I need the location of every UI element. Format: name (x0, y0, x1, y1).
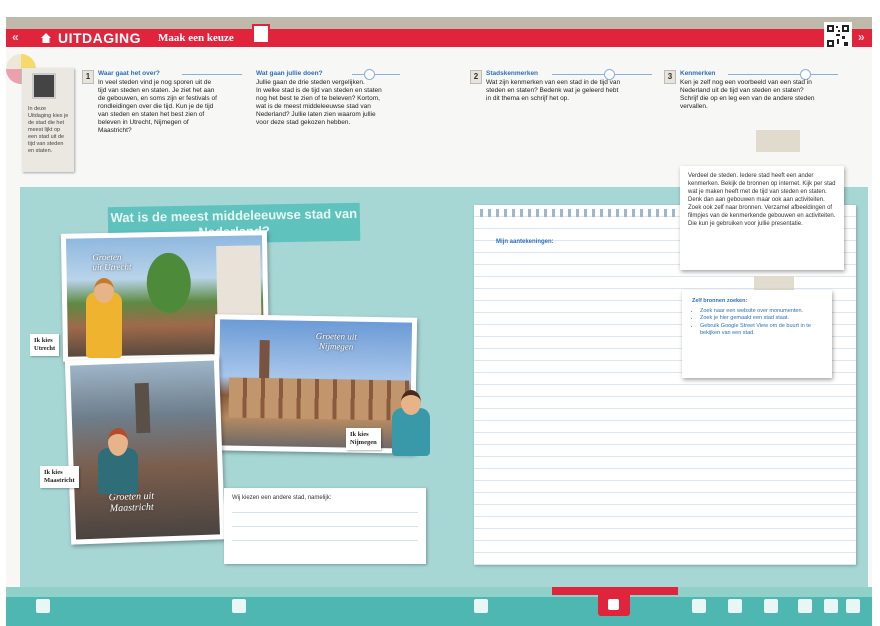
page-title: UITDAGING (58, 30, 142, 46)
sources-note: Zelf bronnen zoeken: Zoek naar een websi… (682, 290, 832, 378)
postcard-nijmegen: Groeten uit Nijmegen (212, 314, 418, 454)
photo-maastricht: Groeten uit Maastricht (70, 360, 220, 540)
current-page-tab[interactable] (598, 594, 630, 616)
prev-page-button[interactable]: « (12, 30, 19, 44)
menu-icon[interactable] (36, 599, 50, 613)
source-item: Zoek je hier gemaakt een stad staat. (700, 315, 822, 323)
postcard-caption: Groeten uit Utrecht (92, 251, 132, 273)
speech-nijmegen: Ik kies Nijmegen (346, 428, 381, 450)
postcard-maastricht: Groeten uit Maastricht (64, 355, 226, 545)
facade-graphic (228, 377, 410, 421)
page-subtitle: Maak een keuze (158, 32, 234, 44)
tower-graphic (134, 382, 151, 434)
fullscreen-icon[interactable] (846, 599, 860, 613)
answer-line (232, 526, 418, 527)
answer-box[interactable]: Wij kiezen een andere stad, namelijk: (224, 488, 426, 564)
speech-maastricht: Ik kies Maastricht (40, 466, 79, 488)
next-page-button[interactable]: » (858, 30, 865, 44)
character-nijmegen (392, 390, 430, 456)
step-body: Jullie gaan de drie steden vergelijken. … (256, 79, 382, 126)
photo-nijmegen: Groeten uit Nijmegen (217, 319, 413, 449)
page-icon (608, 599, 619, 610)
step-body: Wat zijn kenmerken van een stad in de ti… (486, 79, 621, 102)
building-graphic (216, 245, 262, 317)
divider (352, 74, 400, 75)
character-head (108, 428, 128, 456)
step-1b: Wat gaan jullie doen? Jullie gaan de dri… (240, 69, 415, 180)
tower-graphic (259, 340, 270, 381)
postcard-caption: Groeten uit Nijmegen (315, 331, 357, 352)
step-number: 3 (664, 70, 676, 84)
character-maastricht (98, 428, 138, 494)
step-heading: Waar gaat het over? (98, 70, 160, 77)
answer-label: Wij kiezen een andere stad, namelijk: (232, 495, 332, 501)
step-2: 2 Stadskenmerken Wat zijn kenmerken van … (470, 69, 652, 130)
share-icon[interactable] (824, 599, 838, 613)
bookmark-icon[interactable] (474, 599, 488, 613)
step-heading: Wat gaan jullie doen? (256, 70, 323, 77)
top-margin (0, 0, 880, 16)
tree-graphic (146, 252, 192, 314)
home-icon[interactable] (40, 32, 52, 44)
notes-label: Mijn aantekeningen: (496, 239, 554, 245)
sources-title: Zelf bronnen zoeken: (692, 298, 748, 304)
print-icon[interactable] (764, 599, 778, 613)
book-icon[interactable] (232, 599, 246, 613)
edit-icon[interactable] (692, 599, 706, 613)
divider (182, 74, 242, 75)
step-heading: Kenmerken (680, 70, 716, 77)
step-body: Ken je zelf nog een voorbeeld van een st… (680, 79, 815, 110)
divider (728, 74, 838, 75)
step-number: 2 (470, 70, 482, 84)
step-3: 3 Kenmerken Ken je zelf nog een voorbeel… (664, 69, 854, 130)
step-body: In veel steden vind je nog sporen uit de… (98, 79, 217, 134)
postcard-caption: Groeten uit Maastricht (108, 490, 155, 515)
title-bar: « UITDAGING Maak een keuze » (6, 24, 872, 47)
bottom-toolbar (6, 587, 872, 626)
tape-strip (756, 130, 800, 152)
character-head (401, 390, 421, 415)
character-utrecht (86, 278, 122, 358)
speech-utrecht: Ik kies Utrecht (30, 334, 60, 356)
step-heading: Stadskenmerken (486, 70, 539, 77)
divider (552, 74, 652, 75)
sources-list: Zoek naar een website over monumenten. Z… (692, 308, 822, 338)
source-item: Zoek naar een website over monumenten. (700, 308, 822, 316)
progress-track (6, 587, 872, 597)
qr-code-icon[interactable] (824, 22, 852, 50)
character-head (94, 278, 114, 303)
document-icon[interactable] (252, 24, 270, 44)
instruction-note: Verdeel de steden. Iedere stad heeft een… (680, 166, 844, 270)
avatar-icon (32, 73, 56, 99)
step-number: 1 (82, 70, 94, 84)
step-1: 1 Waar gaat het over? In veel steden vin… (82, 70, 252, 180)
pen-icon[interactable] (728, 599, 742, 613)
answer-line (232, 512, 418, 513)
tip-text: In deze Uitdaging kies je de stad die he… (28, 106, 69, 154)
grid-icon[interactable] (798, 599, 812, 613)
answer-line (232, 540, 418, 541)
source-item: Gebruik Google Street View om de buurt i… (700, 323, 822, 338)
